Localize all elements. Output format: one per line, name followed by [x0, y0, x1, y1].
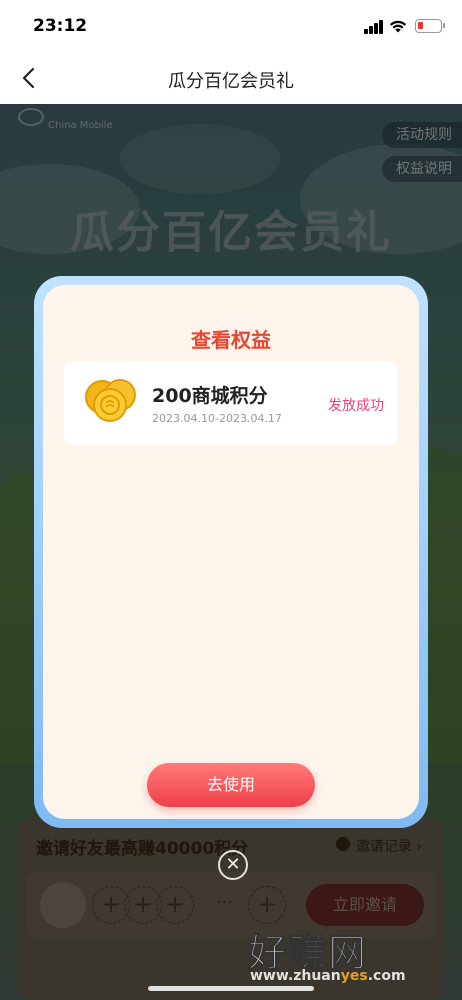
benefits-modal: 查看权益 200商城积分 2023.04.10-2023.04.17 发放成功 …	[34, 276, 428, 828]
gold-coins-icon	[85, 379, 136, 422]
wifi-icon	[389, 20, 407, 33]
benefit-date-range: 2023.04.10-2023.04.17	[152, 412, 282, 425]
close-icon[interactable]: ✕	[218, 850, 248, 880]
benefit-status: 发放成功	[328, 398, 384, 414]
status-time: 23:12	[33, 16, 88, 36]
modal-title: 查看权益	[191, 328, 271, 352]
page-title: 瓜分百亿会员礼	[168, 71, 294, 92]
home-indicator[interactable]	[148, 986, 314, 991]
battery-icon	[415, 19, 442, 33]
battery-cap	[443, 23, 445, 28]
nav-bar: 瓜分百亿会员礼	[0, 52, 462, 104]
modal-body: 查看权益 200商城积分 2023.04.10-2023.04.17 发放成功 …	[43, 285, 419, 819]
benefit-card: 200商城积分 2023.04.10-2023.04.17 发放成功	[64, 361, 398, 445]
go-use-button[interactable]: 去使用	[147, 763, 315, 807]
benefit-name: 200商城积分	[152, 385, 268, 407]
status-bar: 23:12	[0, 0, 462, 52]
watermark-url: www.zhuanyes.com	[250, 968, 406, 984]
signal-icon	[364, 20, 384, 34]
